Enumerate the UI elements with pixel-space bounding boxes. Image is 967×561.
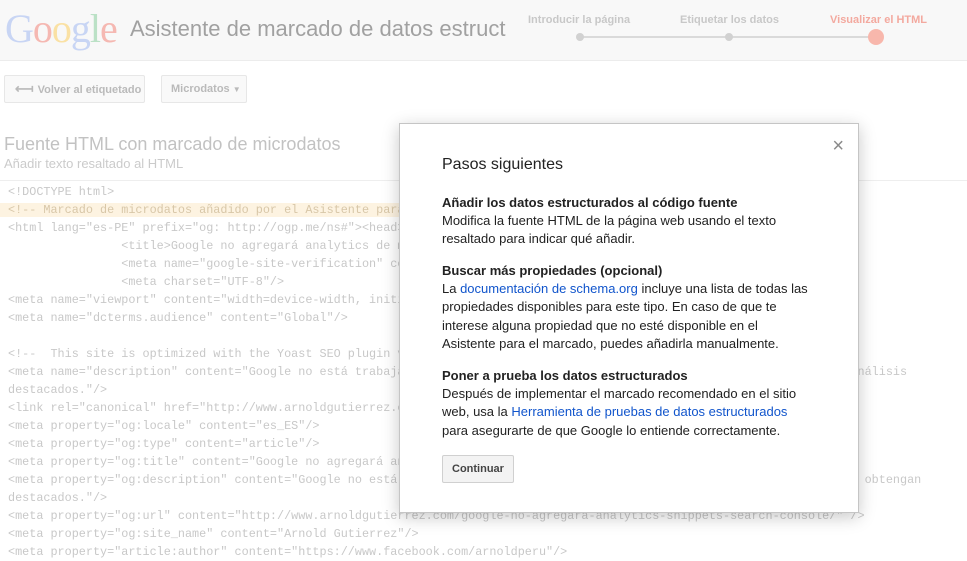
section-more-properties: Buscar más propiedades (opcional) La doc… [442,262,812,353]
section-add-to-source: Añadir los datos estructurados al código… [442,194,812,249]
next-steps-dialog: × Pasos siguientes Añadir los datos estr… [399,123,859,513]
section-more-properties-body: La documentación de schema.org incluye u… [442,280,812,353]
section-add-to-source-body: Modifica la fuente HTML de la página web… [442,213,777,247]
section-test-data: Poner a prueba los datos estructurados D… [442,367,812,440]
body-text: La [442,281,461,296]
close-icon[interactable]: × [832,136,844,156]
dialog-title: Pasos siguientes [442,156,563,173]
section-more-properties-heading: Buscar más propiedades (opcional) [442,263,663,278]
continue-button[interactable]: Continuar [442,455,514,483]
section-test-data-heading: Poner a prueba los datos estructurados [442,368,688,383]
body-text: para asegurarte de que Google lo entiend… [442,422,781,438]
section-test-data-body: Después de implementar el marcado recome… [442,385,812,440]
testing-tool-link[interactable]: Herramienta de pruebas de datos estructu… [511,404,787,419]
schema-org-docs-link[interactable]: documentación de schema.org [460,281,638,296]
section-add-to-source-heading: Añadir los datos estructurados al código… [442,195,738,210]
